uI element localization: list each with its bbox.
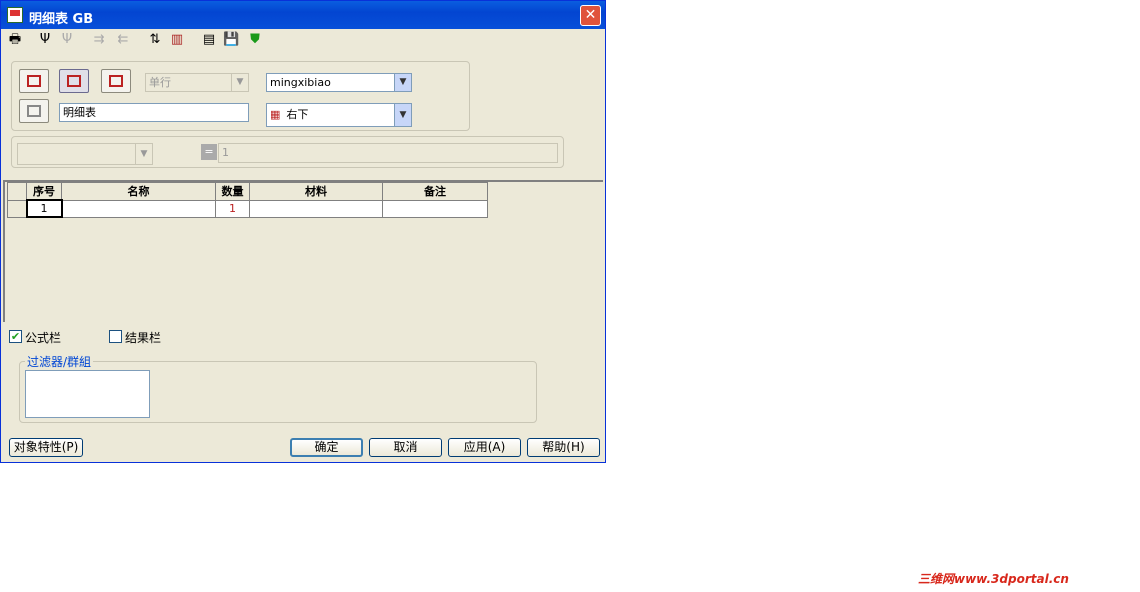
direction-icon: ▦ [270,108,281,121]
sort-icon[interactable]: ⇅ [147,32,163,48]
detail-table: 序号 名称 数量 材料 备注 1 1 [7,182,488,218]
formula-bar-checkbox[interactable]: ✔ [9,330,22,343]
app-icon [7,7,23,23]
filter-group-title: 过滤器/群組 [25,353,94,370]
watermark: 三维网www.3dportal.cn [918,572,1069,586]
table-header-icon [27,75,41,87]
row-style-button[interactable] [101,69,131,93]
close-button[interactable]: ✕ [580,5,601,26]
table-row-icon [109,75,123,87]
direction-value: 右下 [286,108,309,121]
column-header[interactable]: 备注 [382,182,488,201]
table-name-input[interactable]: 明细表 [59,103,249,122]
table-cell[interactable] [249,199,383,218]
delete-row-icon[interactable]: Ψ [59,32,75,48]
table-cell[interactable]: 1 [25,199,63,218]
split-icon[interactable]: ⇇ [115,32,131,48]
template-icon[interactable]: ▤ [201,32,217,48]
equals-button[interactable]: = [201,144,217,160]
field-select[interactable]: ▼ [17,143,153,165]
save-icon[interactable]: 💾 [223,32,239,48]
properties-button[interactable]: 对象特性(P) [9,438,83,457]
header-style-button[interactable] [19,69,49,93]
insert-row-icon[interactable]: Ψ [37,32,53,48]
table-row: 1 1 [7,199,488,218]
result-bar-label: 结果栏 [125,331,162,345]
chevron-down-icon: ▼ [135,144,152,164]
calculator-button[interactable] [19,99,49,123]
result-bar-checkbox[interactable] [109,330,122,343]
window-title: 明细表 GB [29,12,94,27]
title-bar: 明细表 GB ✕ [1,1,605,29]
chevron-down-icon: ▼ [231,74,248,91]
edit-icon[interactable]: ▥ [169,32,185,48]
filter-list[interactable] [25,370,150,418]
detail-table-dialog: 明细表 GB ✕ 🖶 Ψ Ψ ⇉ ⇇ ⇅ ▥ ▤ 💾 ⛊ 单行 ▼ mingxi… [0,0,606,463]
merge-icon[interactable]: ⇉ [91,32,107,48]
ok-button[interactable]: 确定 [290,438,363,457]
shield-icon[interactable]: ⛊ [247,32,263,48]
cancel-button[interactable]: 取消 [369,438,442,457]
column-header[interactable]: 名称 [61,182,216,201]
formula-bar-label: 公式栏 [25,331,62,345]
row-mode-select[interactable]: 单行 ▼ [145,73,249,92]
table-grid-icon [67,75,81,87]
table-cell[interactable] [382,199,488,218]
style-value: mingxibiao [270,76,331,89]
style-select[interactable]: mingxibiao ▼ [266,73,412,92]
help-button[interactable]: 帮助(H) [527,438,600,457]
apply-button[interactable]: 应用(A) [448,438,521,457]
row-header[interactable] [7,199,27,218]
toolbar: 🖶 Ψ Ψ ⇉ ⇇ ⇅ ▥ ▤ 💾 ⛊ [5,30,285,50]
table-cell[interactable]: 1 [215,199,250,218]
formula-input[interactable]: 1 [218,143,558,163]
table-cell[interactable] [61,199,216,218]
calculator-icon [27,105,41,117]
chevron-down-icon: ▼ [394,104,411,126]
grid-style-button[interactable] [59,69,89,93]
column-header[interactable]: 数量 [215,182,250,201]
column-header[interactable]: 序号 [26,182,62,201]
table-grid: 序号 名称 数量 材料 备注 1 1 [3,180,603,322]
printer-icon[interactable]: 🖶 [7,32,23,48]
row-mode-value: 单行 [149,76,171,89]
chevron-down-icon: ▼ [394,74,411,91]
table-header-row: 序号 名称 数量 材料 备注 [7,182,488,201]
direction-select[interactable]: ▦ 右下 ▼ [266,103,412,127]
row-header-corner [7,182,27,201]
column-header[interactable]: 材料 [249,182,383,201]
